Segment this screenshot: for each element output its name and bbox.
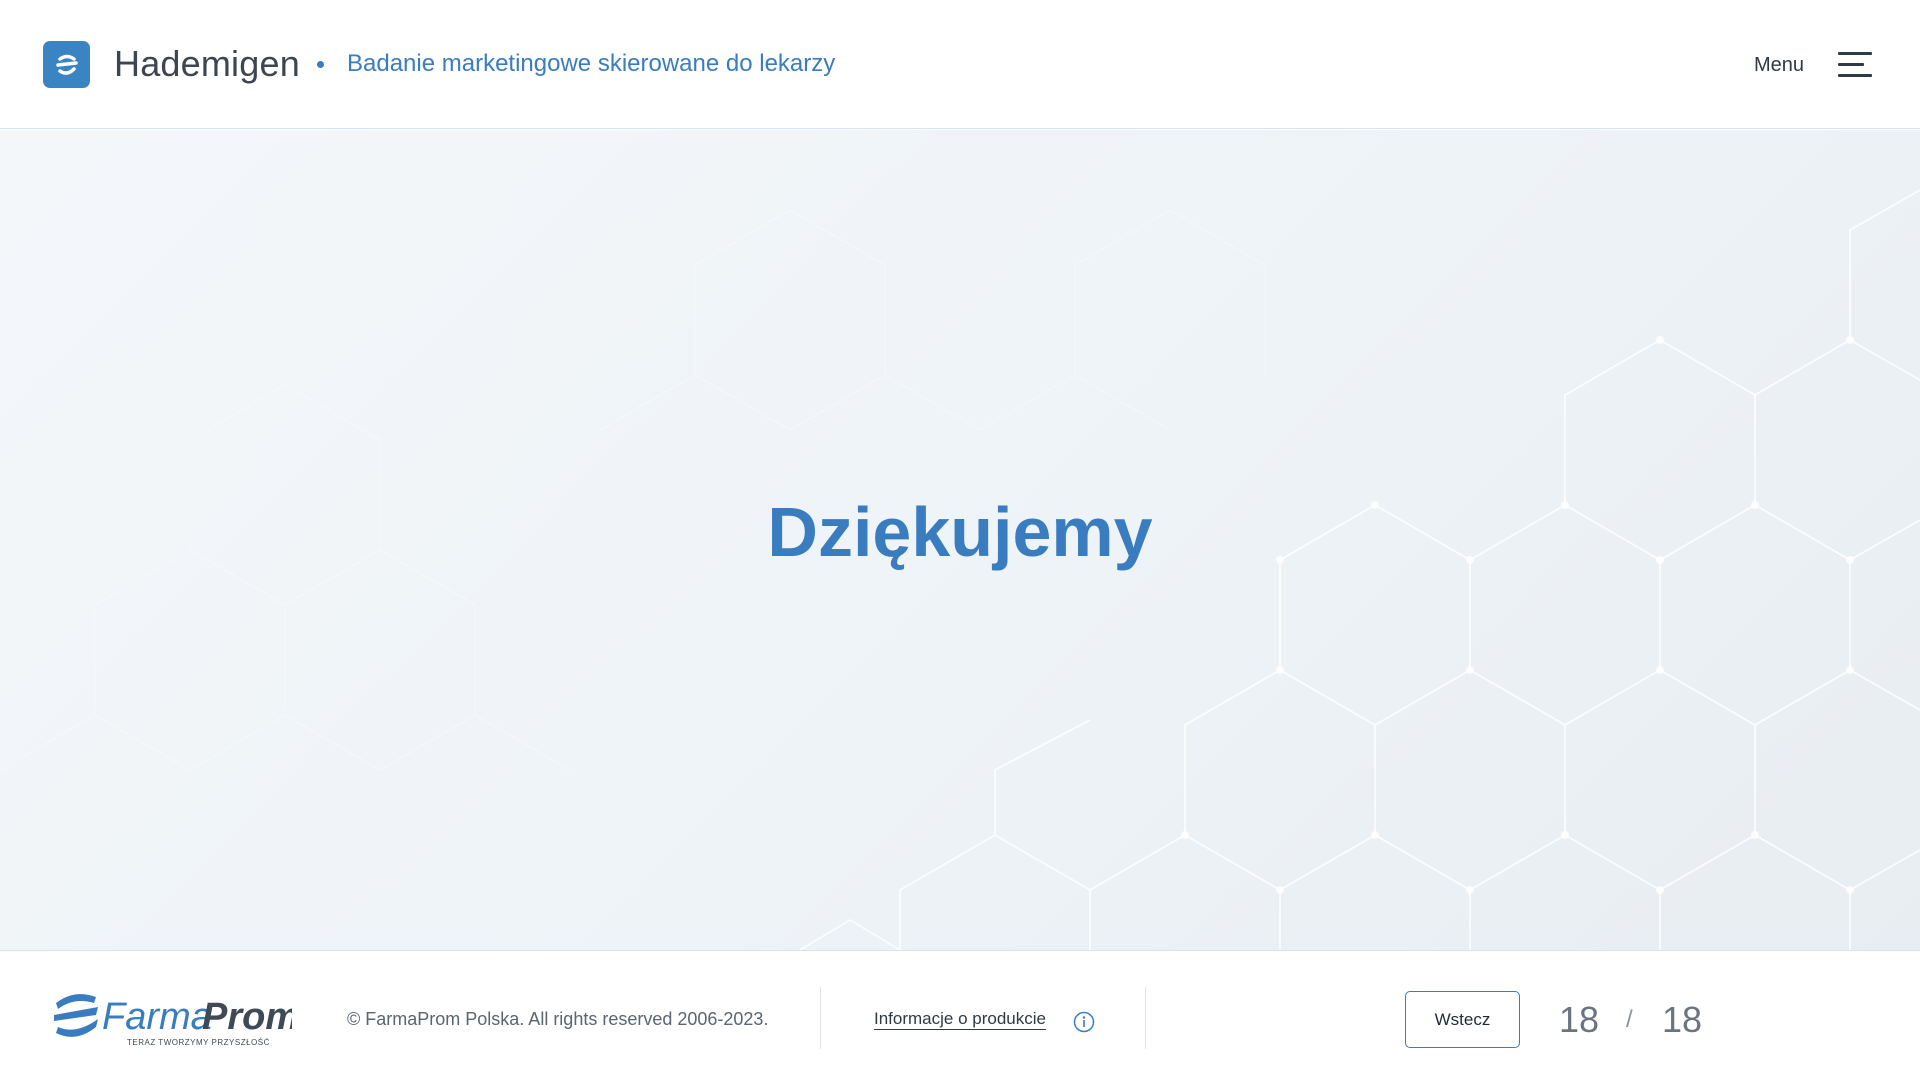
title-separator-dot (317, 61, 324, 68)
back-button[interactable]: Wstecz (1405, 991, 1520, 1048)
app-title: Hademigen (114, 43, 300, 84)
page-separator: / (1626, 1006, 1633, 1033)
main-content: Dziękujemy (0, 130, 1920, 950)
farmaprom-logo[interactable]: Farma Prom TERAZ TWORZYMY PRZYSZŁOŚĆ (52, 989, 292, 1049)
app-subtitle: Badanie marketingowe skierowane do lekar… (347, 50, 836, 77)
logo-text-prom: Prom (202, 996, 292, 1038)
thank-you-heading: Dziękujemy (767, 493, 1153, 571)
logo-text-farma: Farma (102, 996, 212, 1038)
footer-divider (820, 987, 821, 1049)
hamburger-menu-icon[interactable] (1838, 50, 1874, 80)
info-circle-icon[interactable] (1073, 1011, 1095, 1033)
top-header: Hademigen Badanie marketingowe skierowan… (0, 0, 1920, 129)
footer-divider (1145, 987, 1146, 1049)
hademigen-logo-icon[interactable] (43, 41, 90, 88)
logo-tagline: TERAZ TWORZYMY PRZYSZŁOŚĆ (127, 1038, 270, 1047)
total-pages-number: 18 (1662, 999, 1703, 1040)
product-info-link[interactable]: Informacje o produkcie (874, 1008, 1046, 1030)
current-page-number: 18 (1559, 999, 1600, 1040)
copyright-text: © FarmaProm Polska. All rights reserved … (347, 1009, 769, 1029)
menu-label[interactable]: Menu (1754, 52, 1804, 78)
footer: Farma Prom TERAZ TWORZYMY PRZYSZŁOŚĆ © F… (0, 950, 1920, 1080)
